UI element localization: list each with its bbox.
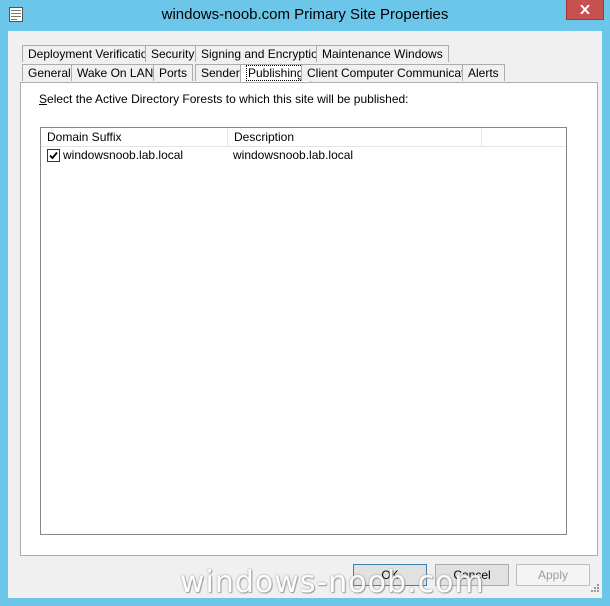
publish-checkbox[interactable] <box>47 149 60 162</box>
tab-security[interactable]: Security <box>145 45 201 62</box>
instruction-label: Select the Active Directory Forests to w… <box>39 92 409 106</box>
domain-suffix-cell: windowsnoob.lab.local <box>63 148 184 162</box>
tab-ports[interactable]: Ports <box>153 64 194 81</box>
window-title: windows-noob.com Primary Site Properties <box>161 6 449 23</box>
tab-deployment-verification[interactable]: Deployment Verification <box>22 45 161 62</box>
column-header-domain-suffix[interactable]: Domain Suffix <box>41 128 228 146</box>
list-item[interactable]: windowsnoob.lab.local windowsnoob.lab.lo… <box>41 147 566 164</box>
properties-window: windows-noob.com Primary Site Properties… <box>0 0 610 606</box>
apply-button[interactable]: Apply <box>516 564 590 586</box>
tab-alerts[interactable]: Alerts <box>462 64 505 81</box>
list-header: Domain Suffix Description <box>41 128 566 147</box>
title-bar[interactable]: windows-noob.com Primary Site Properties <box>0 0 610 30</box>
tab-signing-and-encryption[interactable]: Signing and Encryption <box>195 45 331 62</box>
instruction-accelerator: S <box>39 92 48 106</box>
tab-general[interactable]: General <box>22 64 77 81</box>
checkmark-icon <box>49 151 58 160</box>
tab-client-computer-communication[interactable]: Client Computer Communication <box>301 64 487 81</box>
description-cell: windowsnoob.lab.local <box>233 148 354 162</box>
close-icon <box>580 5 590 14</box>
tab-wake-on-lan[interactable]: Wake On LAN <box>71 64 160 81</box>
forests-list[interactable]: Domain Suffix Description windowsnoob.la… <box>40 127 567 535</box>
resize-grip-icon[interactable] <box>590 582 600 596</box>
instruction-text: elect the Active Directory Forests to wh… <box>47 92 409 106</box>
tab-publishing-label: Publishing <box>246 65 306 81</box>
publishing-panel: Select the Active Directory Forests to w… <box>20 82 598 556</box>
column-header-description[interactable]: Description <box>228 128 482 146</box>
tab-maintenance-windows[interactable]: Maintenance Windows <box>316 45 449 62</box>
watermark: windows-noob.com <box>180 565 485 600</box>
close-button[interactable] <box>566 0 604 20</box>
dialog-client-area: Deployment Verification Security Signing… <box>8 31 602 598</box>
tab-sender[interactable]: Sender <box>195 64 246 81</box>
